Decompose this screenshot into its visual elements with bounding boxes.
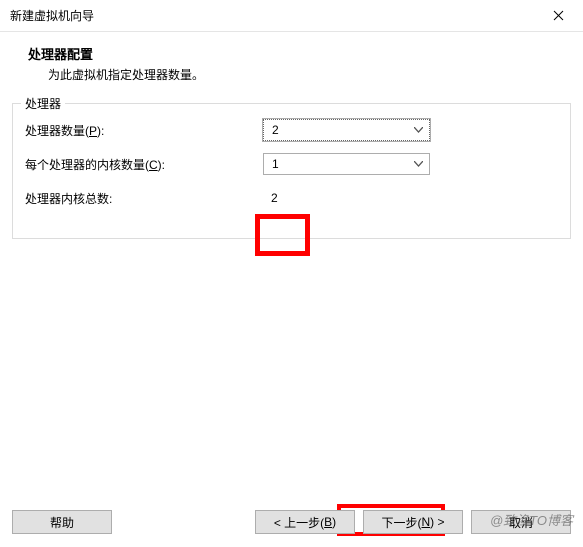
help-button[interactable]: 帮助 bbox=[12, 510, 112, 534]
back-button[interactable]: < 上一步(B) bbox=[255, 510, 355, 534]
next-button[interactable]: 下一步(N) > bbox=[363, 510, 463, 534]
total-cores-value: 2 bbox=[263, 191, 278, 205]
page-subtitle: 为此虚拟机指定处理器数量。 bbox=[28, 66, 567, 83]
close-button[interactable] bbox=[543, 0, 573, 31]
cores-per-processor-label: 每个处理器的内核数量(C): bbox=[25, 156, 263, 173]
titlebar: 新建虚拟机向导 bbox=[0, 0, 583, 32]
processor-count-dropdown[interactable]: 2 bbox=[263, 119, 430, 141]
cores-per-processor-row: 每个处理器的内核数量(C): 1 bbox=[25, 152, 558, 176]
cancel-button[interactable]: 取消 bbox=[471, 510, 571, 534]
content-area: 处理器 处理器数量(P): 2 每个处理器的内核数量(C): 1 bbox=[0, 97, 583, 239]
fieldset-legend: 处理器 bbox=[21, 95, 65, 112]
wizard-footer: 帮助 < 上一步(B) 下一步(N) > 取消 bbox=[0, 497, 583, 547]
processor-count-value: 2 bbox=[272, 123, 279, 137]
processor-count-label: 处理器数量(P): bbox=[25, 122, 263, 139]
window-title: 新建虚拟机向导 bbox=[10, 7, 94, 24]
wizard-header: 处理器配置 为此虚拟机指定处理器数量。 bbox=[0, 32, 583, 97]
cores-per-processor-value: 1 bbox=[272, 157, 279, 171]
close-icon bbox=[553, 10, 564, 21]
total-cores-label: 处理器内核总数: bbox=[25, 190, 263, 207]
page-title: 处理器配置 bbox=[28, 44, 567, 63]
processor-fieldset: 处理器 处理器数量(P): 2 每个处理器的内核数量(C): 1 bbox=[12, 103, 571, 239]
chevron-down-icon bbox=[409, 121, 427, 139]
processor-count-row: 处理器数量(P): 2 bbox=[25, 118, 558, 142]
chevron-down-icon bbox=[409, 155, 427, 173]
cores-per-processor-dropdown[interactable]: 1 bbox=[263, 153, 430, 175]
total-cores-row: 处理器内核总数: 2 bbox=[25, 186, 558, 210]
